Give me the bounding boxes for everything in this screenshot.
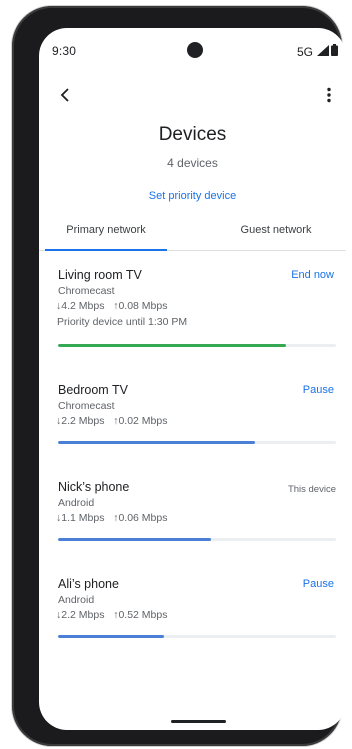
usage-bar-track (58, 344, 336, 347)
device-speed: ↓2.2 Mbps ↑0.02 Mbps (56, 415, 168, 427)
app-bar (39, 84, 346, 114)
device-name: Bedroom TV (58, 383, 128, 397)
device-name: Living room TV (58, 268, 142, 282)
device-list: Living room TV Chromecast ↓4.2 Mbps ↑0.0… (39, 258, 346, 664)
usage-bar-track (58, 538, 336, 541)
priority-status: Priority device until 1:30 PM (57, 316, 188, 328)
device-row-living-room-tv[interactable]: Living room TV Chromecast ↓4.2 Mbps ↑0.0… (39, 258, 346, 373)
device-name: Nick’s phone (58, 480, 130, 494)
device-row-nicks-phone[interactable]: Nick’s phone Android ↓1.1 Mbps ↑0.06 Mbp… (39, 470, 346, 567)
network-type: 5G (296, 45, 313, 59)
device-speed: ↓4.2 Mbps ↑0.08 Mbps (56, 300, 168, 312)
signal-icon (317, 43, 329, 61)
camera-cutout (187, 42, 203, 58)
device-row-bedroom-tv[interactable]: Bedroom TV Chromecast ↓2.2 Mbps ↑0.02 Mb… (39, 373, 346, 470)
usage-bar-track (58, 635, 336, 638)
status-bar: 9:30 5G (39, 28, 346, 72)
more-vert-icon (327, 87, 331, 108)
usage-bar-fill (58, 344, 286, 347)
usage-bar-track (58, 441, 336, 444)
usage-bar-fill (58, 441, 256, 444)
pause-button[interactable]: Pause (303, 578, 334, 590)
back-arrow-icon (60, 87, 72, 107)
device-row-alis-phone[interactable]: Ali’s phone Android ↓2.2 Mbps ↑0.52 Mbps… (39, 567, 346, 664)
device-type: Chromecast (58, 400, 115, 412)
status-indicators: 5G (297, 43, 338, 61)
end-now-button[interactable]: End now (291, 269, 334, 281)
back-button[interactable] (53, 84, 79, 110)
pause-button[interactable]: Pause (303, 384, 334, 396)
this-device-label: This device (287, 484, 336, 495)
device-type: Android (58, 594, 95, 606)
more-options-button[interactable] (316, 84, 342, 110)
screen: 9:30 5G Devices 4 devices Set priority d… (39, 28, 346, 730)
battery-icon (331, 43, 338, 61)
status-time: 9:30 (52, 44, 77, 58)
phone-frame: 9:30 5G Devices 4 devices Set priority d… (12, 6, 346, 746)
device-name: Ali’s phone (58, 577, 119, 591)
device-speed: ↓2.2 Mbps ↑0.52 Mbps (56, 609, 168, 621)
tab-primary-network[interactable]: Primary network (45, 224, 167, 250)
home-indicator[interactable] (171, 720, 226, 723)
device-type: Chromecast (58, 285, 115, 297)
device-count: 4 devices (167, 156, 218, 170)
network-tabs: Primary network Guest network (39, 224, 346, 251)
device-type: Android (58, 497, 95, 509)
tab-guest-network[interactable]: Guest network (215, 224, 337, 250)
page-title: Devices (158, 124, 227, 145)
usage-bar-fill (58, 635, 164, 638)
set-priority-device-link[interactable]: Set priority device (39, 190, 346, 202)
usage-bar-fill (58, 538, 211, 541)
tab-indicator (45, 249, 167, 251)
device-speed: ↓1.1 Mbps ↑0.06 Mbps (56, 512, 168, 524)
